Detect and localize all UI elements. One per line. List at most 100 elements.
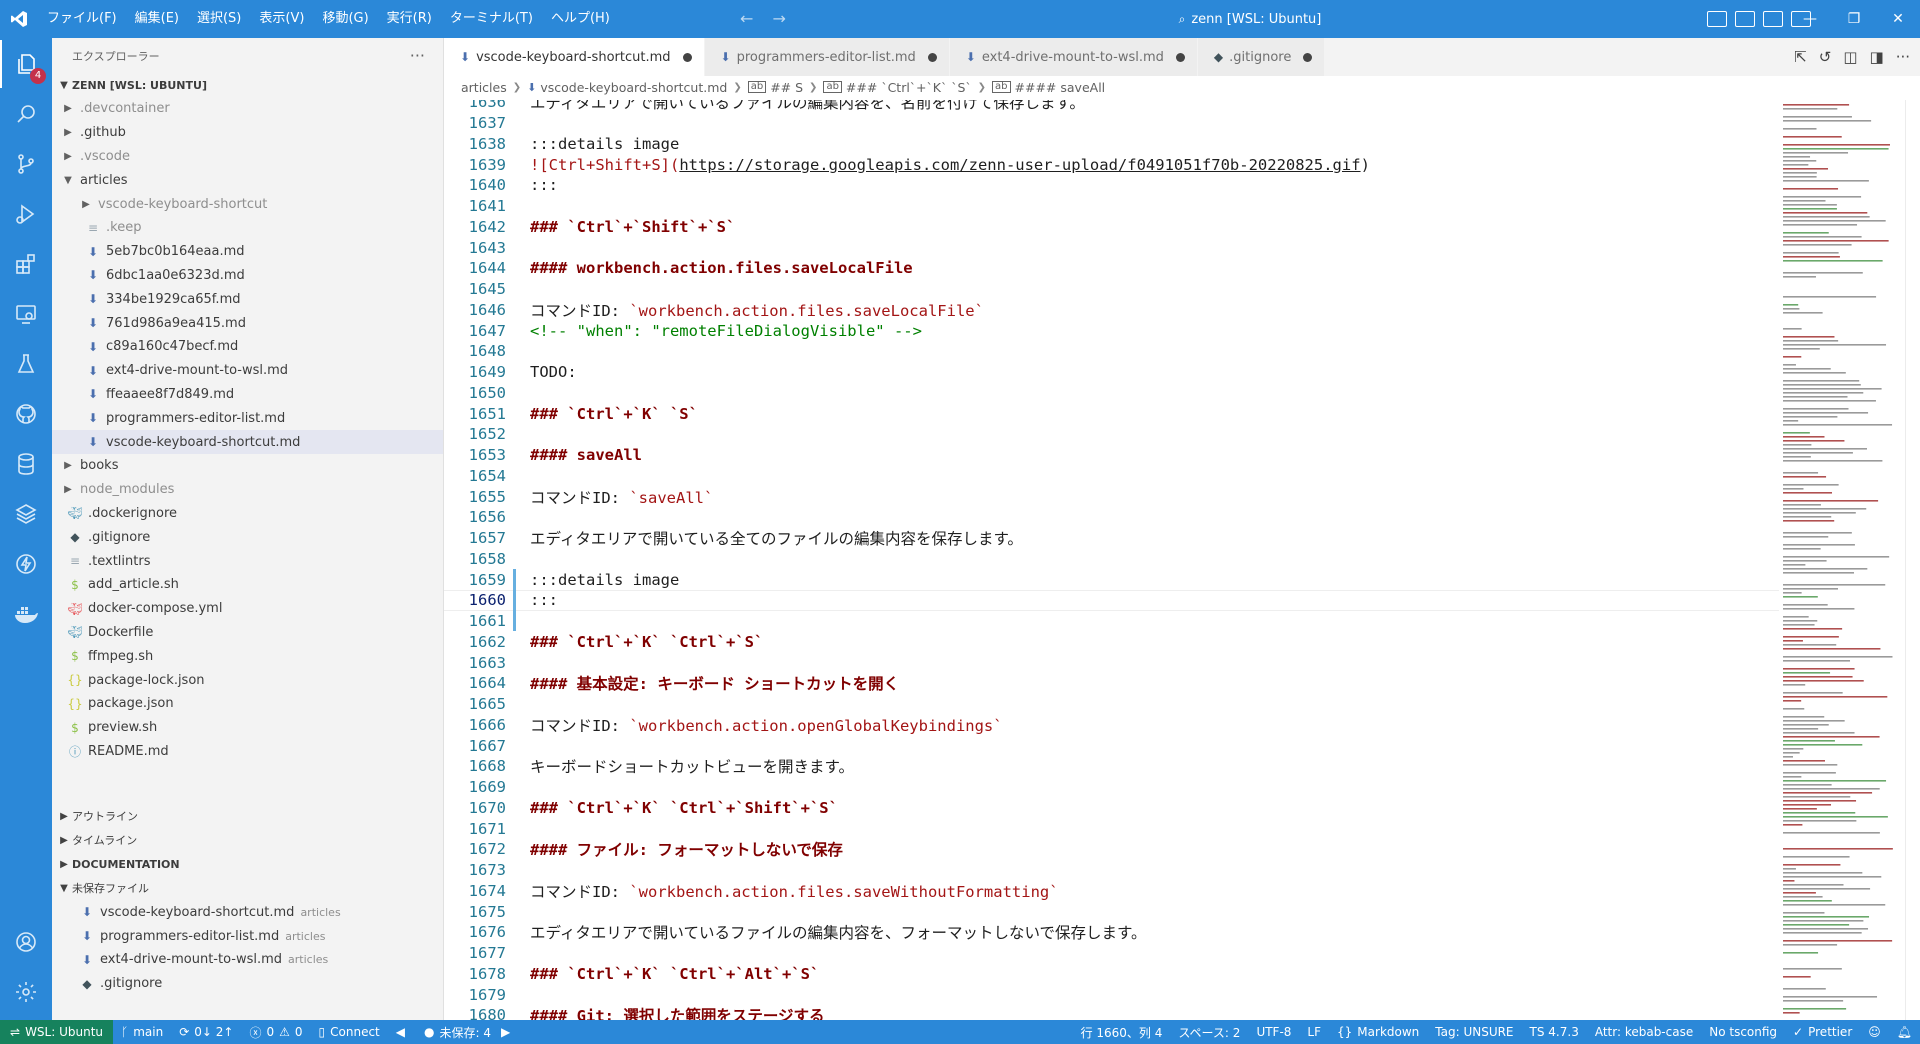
code-line[interactable]: 1660::: xyxy=(444,590,1779,611)
file-item[interactable]: ⬇ 334be1929ca65f.md xyxy=(52,287,443,311)
timeline-history-icon[interactable]: ↺ xyxy=(1819,48,1832,66)
code-line[interactable]: 1662 ### `Ctrl`+`K` `Ctrl`+`S` xyxy=(444,632,1779,653)
code-line[interactable]: 1680 #### Git: 選択した範囲をステージする xyxy=(444,1005,1779,1020)
file-item[interactable]: ⬇ ffeaaee8f7d849.md xyxy=(52,383,443,407)
code-line[interactable]: 1672 #### ファイル: フォーマットしないで保存 xyxy=(444,839,1779,860)
folder-item[interactable]: ▶ .github xyxy=(52,121,443,145)
code-line[interactable]: 1674 コマンドID: `workbench.action.files.save… xyxy=(444,881,1779,902)
breadcrumb-h2[interactable]: ## S xyxy=(770,80,803,95)
code-line[interactable]: 1643 xyxy=(444,237,1779,258)
docker-icon[interactable] xyxy=(0,590,52,638)
close-button[interactable]: ✕ xyxy=(1876,0,1920,38)
source-control-icon[interactable] xyxy=(0,140,52,188)
file-item[interactable]: ≡ .keep xyxy=(52,216,443,240)
file-item[interactable]: {} package-lock.json xyxy=(52,668,443,692)
code-line[interactable]: 1659:::details image xyxy=(444,569,1779,590)
code-line[interactable]: 1650 xyxy=(444,383,1779,404)
file-item[interactable]: ⬇ 6dbc1aa0e6323d.md xyxy=(52,264,443,288)
file-item[interactable]: 🐳︎ Dockerfile xyxy=(52,621,443,645)
dirty-diff-gutter[interactable] xyxy=(513,507,516,528)
unsaved-files-section-header[interactable]: ▼ 未保存ファイル xyxy=(52,876,443,900)
folder-item[interactable]: ▶ .devcontainer xyxy=(52,97,443,121)
menu-item-4[interactable]: 移動(G) xyxy=(313,0,377,38)
menu-item-0[interactable]: ファイル(F) xyxy=(38,0,126,38)
editor-tab[interactable]: ◆ .gitignore xyxy=(1197,38,1326,76)
problems-indicator[interactable]: ⓧ 0 ⚠ 0 xyxy=(241,1020,310,1044)
account-icon[interactable] xyxy=(0,918,52,966)
tag-status[interactable]: Tag: UNSURE xyxy=(1427,1020,1521,1044)
code-line[interactable]: 1636 エディタエリアで開いているファイルの編集内容を、名前を付けて保存します。 xyxy=(444,100,1779,113)
unsaved-file-item[interactable]: ◆ .gitignore xyxy=(52,972,443,996)
dirty-diff-gutter[interactable] xyxy=(513,1005,516,1020)
language-mode[interactable]: {} Markdown xyxy=(1329,1020,1427,1044)
dirty-diff-gutter[interactable] xyxy=(513,777,516,798)
file-item[interactable]: ⬇ ext4-drive-mount-to-wsl.md xyxy=(52,359,443,383)
folder-item[interactable]: ▶ books xyxy=(52,454,443,478)
dirty-diff-gutter[interactable] xyxy=(513,237,516,258)
code-line[interactable]: 1655 コマンドID: `saveAll` xyxy=(444,486,1779,507)
dirty-diff-gutter[interactable] xyxy=(513,300,516,321)
database-icon[interactable] xyxy=(0,440,52,488)
dirty-diff-gutter[interactable] xyxy=(513,818,516,839)
dirty-diff-gutter[interactable] xyxy=(513,258,516,279)
dirty-diff-gutter[interactable] xyxy=(513,445,516,466)
dirty-diff-gutter[interactable] xyxy=(513,217,516,238)
editor-tab[interactable]: ⬇ ext4-drive-mount-to-wsl.md xyxy=(949,38,1198,76)
back-arrow-icon[interactable]: ← xyxy=(740,9,753,28)
code-line[interactable]: 1648 xyxy=(444,341,1779,362)
file-item[interactable]: $ ffmpeg.sh xyxy=(52,644,443,668)
dirty-diff-gutter[interactable] xyxy=(513,756,516,777)
dirty-diff-gutter[interactable] xyxy=(513,528,516,549)
code-line[interactable]: 1638:::details image xyxy=(444,134,1779,155)
dirty-diff-gutter[interactable] xyxy=(513,839,516,860)
dirty-diff-gutter[interactable] xyxy=(513,424,516,445)
code-line[interactable]: 1647 <!-- "when": "remoteFileDialogVisibl… xyxy=(444,320,1779,341)
dirty-diff-gutter[interactable] xyxy=(513,735,516,756)
code-line[interactable]: 1642 ### `Ctrl`+`Shift`+`S` xyxy=(444,217,1779,238)
code-line[interactable]: 1644 #### workbench.action.files.saveLoca… xyxy=(444,258,1779,279)
remote-indicator[interactable]: ⇌ WSL: Ubuntu xyxy=(0,1020,114,1044)
code-line[interactable]: 1676 エディタエリアで開いているファイルの編集内容を、フォーマットしないで保存… xyxy=(444,922,1779,943)
forward-arrow-icon[interactable]: → xyxy=(773,9,786,28)
connect-button[interactable]: ▯ Connect xyxy=(311,1020,388,1044)
code-line[interactable]: 1661 xyxy=(444,610,1779,632)
code-line[interactable]: 1666 コマンドID: `workbench.action.openGlobal… xyxy=(444,715,1779,736)
code-line[interactable]: 1669 xyxy=(444,777,1779,798)
github-icon[interactable] xyxy=(0,390,52,438)
minimap[interactable] xyxy=(1779,100,1913,1020)
testing-icon[interactable] xyxy=(0,340,52,388)
code-line[interactable]: 1663 xyxy=(444,652,1779,673)
unsaved-file-item[interactable]: ⬇ vscode-keyboard-shortcut.md articles xyxy=(52,900,443,924)
toggle-panel-icon[interactable] xyxy=(1735,11,1755,27)
code-line[interactable]: 1639 ![Ctrl+Shift+S](https://storage.goog… xyxy=(444,154,1779,175)
dirty-diff-gutter[interactable] xyxy=(513,610,516,632)
file-item[interactable]: ⬇ 761d986a9ea415.md xyxy=(52,311,443,335)
folder-item[interactable]: ▶ .vscode xyxy=(52,145,443,169)
search-icon[interactable] xyxy=(0,90,52,138)
end-of-line[interactable]: LF xyxy=(1299,1020,1329,1044)
more-actions-icon[interactable]: ··· xyxy=(1896,48,1910,66)
code-line[interactable]: 1640::: xyxy=(444,175,1779,196)
file-item[interactable]: $ preview.sh xyxy=(52,716,443,740)
file-item[interactable]: 🐳︎ docker-compose.yml xyxy=(52,597,443,621)
more-actions-icon[interactable]: ··· xyxy=(410,46,425,65)
dirty-diff-gutter[interactable] xyxy=(513,320,516,341)
code-line[interactable]: 1664 #### 基本設定: キーボード ショートカットを開く xyxy=(444,673,1779,694)
file-item[interactable]: ⓘ README.md xyxy=(52,740,443,764)
dirty-diff-gutter[interactable] xyxy=(513,279,516,300)
settings-gear-icon[interactable] xyxy=(0,968,52,1016)
split-editor-icon[interactable]: ◨ xyxy=(1870,48,1884,66)
unsaved-dot-icon[interactable] xyxy=(1175,52,1185,62)
code-line[interactable]: 1665 xyxy=(444,694,1779,715)
code-line[interactable]: 1652 xyxy=(444,424,1779,445)
breadcrumb-file[interactable]: vscode-keyboard-shortcut.md xyxy=(540,80,727,95)
folder-item[interactable]: ▼ articles xyxy=(52,168,443,192)
sync-indicator[interactable]: ⟳ 0↓ 2↑ xyxy=(171,1020,241,1044)
dirty-diff-gutter[interactable] xyxy=(513,590,516,611)
code-line[interactable]: 1646 コマンドID: `workbench.action.files.save… xyxy=(444,300,1779,321)
file-item[interactable]: ◆ .gitignore xyxy=(52,525,443,549)
file-item[interactable]: 🐳︎ .dockerignore xyxy=(52,502,443,526)
unsaved-indicator[interactable]: ◀ ● 未保存: 4 ▶ xyxy=(388,1020,523,1044)
dirty-diff-gutter[interactable] xyxy=(513,964,516,985)
folder-item[interactable]: ▶ node_modules xyxy=(52,478,443,502)
